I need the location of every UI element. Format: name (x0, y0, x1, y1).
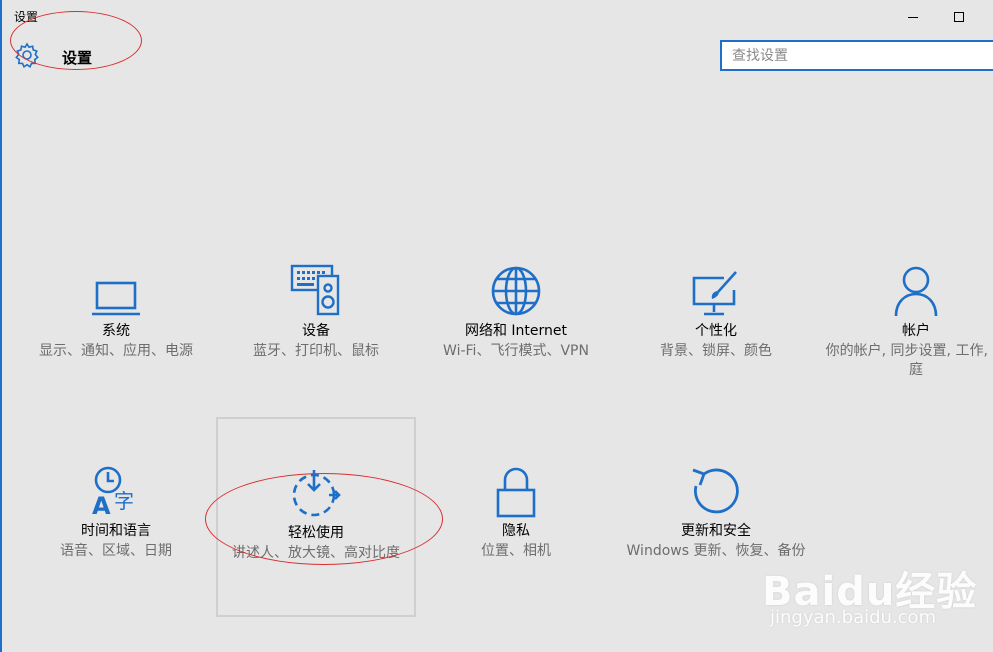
lock-icon (416, 458, 616, 518)
gear-icon (14, 42, 40, 72)
paint-monitor-icon (616, 258, 816, 318)
minimize-button[interactable] (890, 6, 936, 28)
tile-description: 背景、锁屏、颜色 (660, 343, 772, 359)
search-input[interactable] (722, 42, 992, 69)
settings-window: 设置 设置 系统 显示 (0, 0, 993, 652)
watermark-brand: Baidu经验 (762, 569, 978, 615)
search-box[interactable] (720, 40, 993, 71)
tile-description: 你的帐户, 同步设置, 工作, 家庭 (825, 343, 993, 378)
tile-label: 更新和安全 (681, 523, 751, 539)
tile-description: Windows 更新、恢复、备份 (626, 543, 806, 559)
tile-description: 显示、通知、应用、电源 (39, 343, 193, 359)
minimize-icon (908, 16, 918, 18)
tile-label: 帐户 (902, 323, 930, 339)
tile-label: 隐私 (502, 523, 530, 539)
tile-label: 轻松使用 (288, 525, 344, 541)
maximize-icon (954, 12, 964, 22)
window-title: 设置 (14, 10, 39, 24)
tile-label: 时间和语言 (81, 523, 151, 539)
maximize-button[interactable] (936, 6, 982, 28)
watermark-url: jingyan.baidu.com (770, 607, 937, 628)
tile-system[interactable]: 系统 显示、通知、应用、电源 (16, 258, 216, 361)
keyboard-speaker-icon (216, 258, 416, 318)
tile-description: Wi-Fi、飞行模式、VPN (443, 343, 589, 359)
refresh-icon (616, 458, 816, 518)
tile-devices[interactable]: 设备 蓝牙、打印机、鼠标 (216, 258, 416, 361)
tile-description: 位置、相机 (481, 543, 551, 559)
tile-ease-of-access[interactable]: 轻松使用 讲述人、放大镜、高对比度 (216, 417, 416, 617)
time-language-icon: A 字 (16, 458, 216, 518)
tile-description: 蓝牙、打印机、鼠标 (253, 343, 379, 359)
tile-time-language[interactable]: A 字 时间和语言 语音、区域、日期 (16, 458, 216, 561)
tile-label: 网络和 Internet (464, 323, 568, 339)
tile-update-security[interactable]: 更新和安全 Windows 更新、恢复、备份 (616, 458, 816, 561)
tile-privacy[interactable]: 隐私 位置、相机 (416, 458, 616, 561)
tile-network[interactable]: 网络和 Internet Wi-Fi、飞行模式、VPN (416, 258, 616, 361)
tile-description: 语音、区域、日期 (60, 543, 172, 559)
tile-label: 系统 (102, 323, 130, 339)
globe-icon (416, 258, 616, 318)
svg-text:字: 字 (114, 489, 134, 513)
tile-description: 讲述人、放大镜、高对比度 (232, 545, 400, 561)
person-icon (816, 258, 993, 318)
tile-personalization[interactable]: 个性化 背景、锁屏、颜色 (616, 258, 816, 361)
ease-of-access-icon (218, 460, 414, 520)
tile-label: 设备 (302, 323, 330, 339)
tile-accounts[interactable]: 帐户 你的帐户, 同步设置, 工作, 家庭 (816, 258, 993, 380)
page-title: 设置 (62, 48, 93, 67)
laptop-icon (16, 258, 216, 318)
svg-text:A: A (92, 492, 111, 518)
tile-label: 个性化 (695, 323, 737, 339)
app-header: 设置 (14, 42, 92, 72)
